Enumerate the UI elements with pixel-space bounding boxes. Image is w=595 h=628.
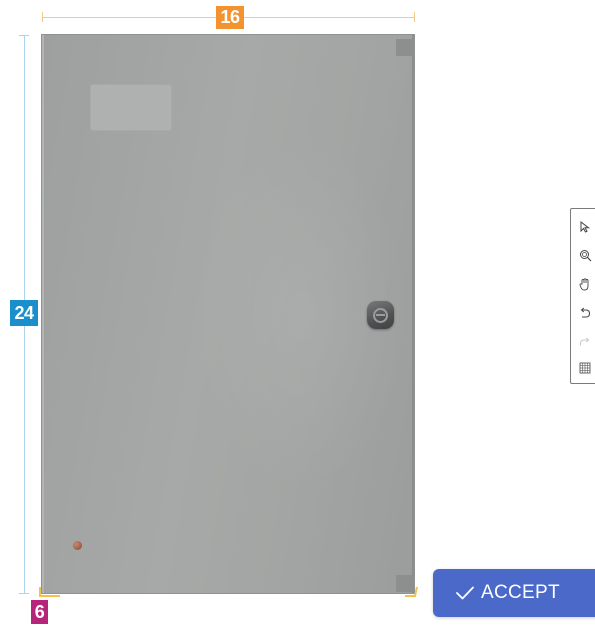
width-dimension-tick-right bbox=[414, 12, 415, 22]
e-logo-lock-icon bbox=[367, 301, 394, 329]
depth-corner-mark-right bbox=[405, 586, 418, 597]
accept-button[interactable]: ACCEPT bbox=[433, 569, 595, 617]
label-plate bbox=[90, 84, 172, 131]
redo-arrow-icon[interactable] bbox=[577, 333, 593, 349]
viewer-toolbar bbox=[570, 208, 595, 384]
accept-button-label: ACCEPT bbox=[481, 582, 560, 603]
enclosure-cabinet bbox=[41, 34, 415, 594]
zoom-magnifier-icon[interactable] bbox=[577, 247, 593, 263]
hand-pan-icon[interactable] bbox=[577, 276, 593, 292]
cursor-arrow-icon[interactable] bbox=[577, 219, 593, 235]
hinge-top bbox=[396, 39, 413, 56]
depth-dimension-badge: 6 bbox=[31, 600, 48, 624]
undo-arrow-icon[interactable] bbox=[577, 305, 593, 321]
width-dimension-tick-left bbox=[42, 12, 43, 22]
depth-corner-mark bbox=[39, 587, 60, 597]
ground-screw bbox=[73, 541, 82, 550]
grid-icon[interactable] bbox=[577, 360, 593, 376]
height-dimension-tick-top bbox=[19, 35, 29, 36]
viewer-stage: 16 24 6 ACCEPT bbox=[0, 0, 595, 628]
width-dimension-badge: 16 bbox=[216, 6, 244, 29]
checkmark-icon bbox=[455, 583, 475, 603]
height-dimension-badge: 24 bbox=[10, 300, 38, 326]
height-dimension-tick-bottom bbox=[19, 593, 29, 594]
